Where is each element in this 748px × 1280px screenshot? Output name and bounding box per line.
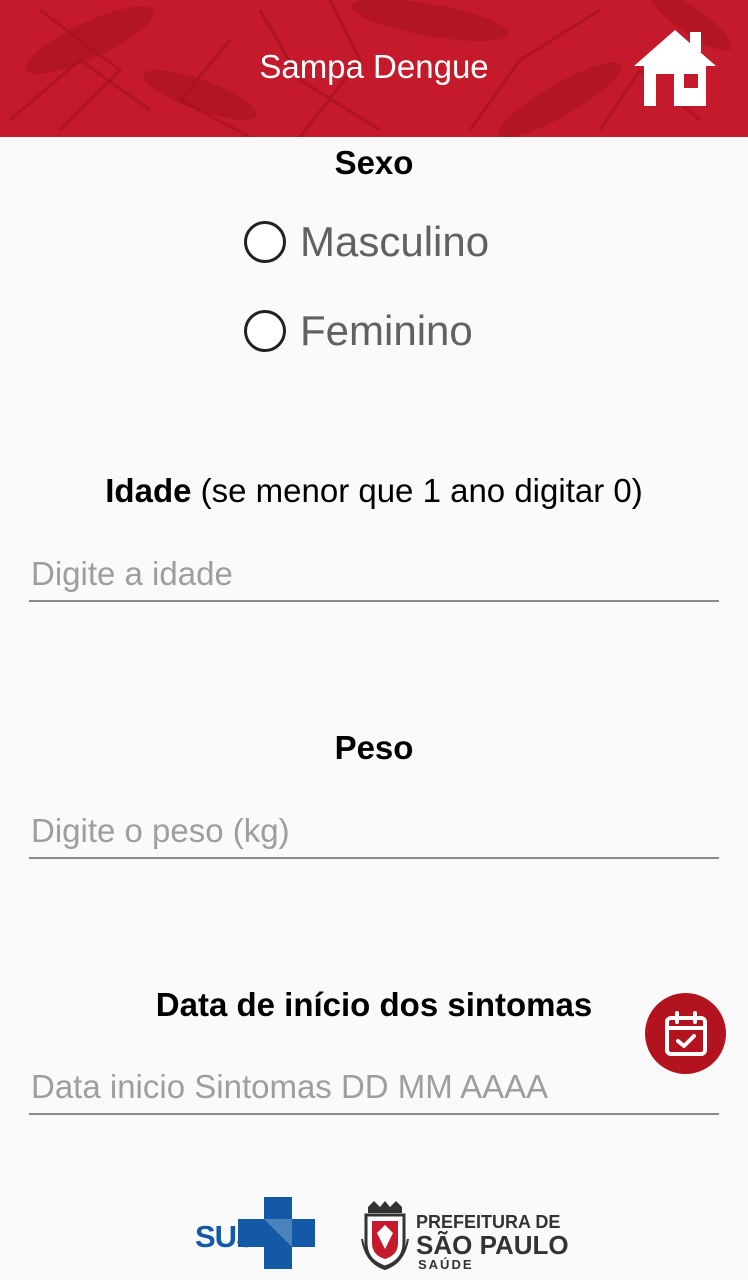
app-bar: Sampa Dengue (0, 0, 748, 137)
data-inicio-input[interactable] (29, 1067, 719, 1115)
radio-button-icon[interactable] (244, 221, 286, 263)
idade-label-hint: (se menor que 1 ano digitar 0) (191, 472, 643, 509)
radio-button-icon[interactable] (244, 310, 286, 352)
radio-masculino-label: Masculino (300, 218, 490, 265)
home-button[interactable] (630, 26, 720, 110)
peso-label: Peso (334, 729, 414, 766)
radio-feminino[interactable]: Feminino (244, 306, 473, 356)
idade-label-bold: Idade (105, 472, 192, 509)
home-icon (634, 30, 716, 106)
sexo-label: Sexo (334, 144, 414, 181)
idade-input[interactable] (29, 554, 719, 602)
footer-logos: SUS PREFEITURA DE SÃO PAULO SAÚDE (190, 1195, 570, 1275)
sus-text: SUS (195, 1219, 257, 1254)
prefeitura-line3: SAÚDE (418, 1257, 474, 1272)
sao-paulo-crest-logo (361, 1201, 409, 1271)
calendar-icon (664, 1010, 707, 1056)
idade-label: Idade (se menor que 1 ano digitar 0) (0, 472, 748, 510)
data-inicio-label: Data de início dos sintomas (155, 986, 593, 1023)
calendar-button[interactable] (645, 993, 726, 1074)
radio-masculino[interactable]: Masculino (244, 217, 489, 267)
radio-feminino-label: Feminino (300, 307, 473, 354)
peso-input[interactable] (29, 811, 719, 859)
